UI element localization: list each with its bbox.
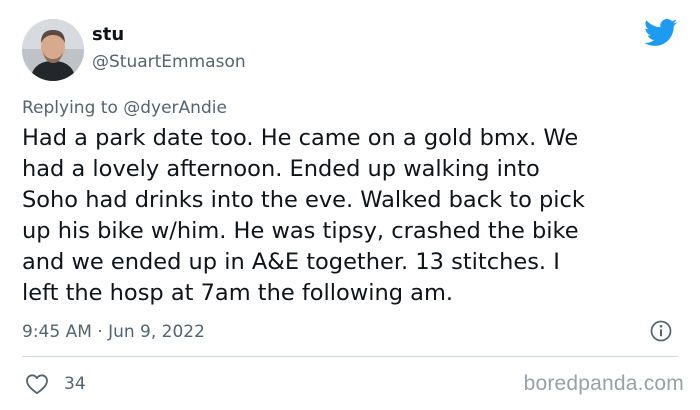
reply-to-handle[interactable]: @dyerAndie (123, 98, 227, 118)
tweet-text: Had a park date too. He came on a gold b… (22, 125, 585, 306)
reply-context: Replying to @dyerAndie (22, 97, 227, 119)
info-icon[interactable] (650, 320, 672, 342)
watermark: boredpanda.com (523, 372, 684, 395)
heart-icon[interactable] (25, 373, 49, 395)
author-handle[interactable]: @StuartEmmason (92, 51, 246, 73)
author-display-name[interactable]: stu (92, 24, 124, 46)
avatar[interactable] (22, 19, 84, 81)
reply-prefix: Replying to (22, 98, 118, 118)
divider (22, 356, 678, 357)
like-count: 34 (64, 374, 86, 394)
twitter-bird-icon[interactable] (644, 19, 678, 47)
tweet-timestamp[interactable]: 9:45 AM · Jun 9, 2022 (22, 321, 205, 343)
